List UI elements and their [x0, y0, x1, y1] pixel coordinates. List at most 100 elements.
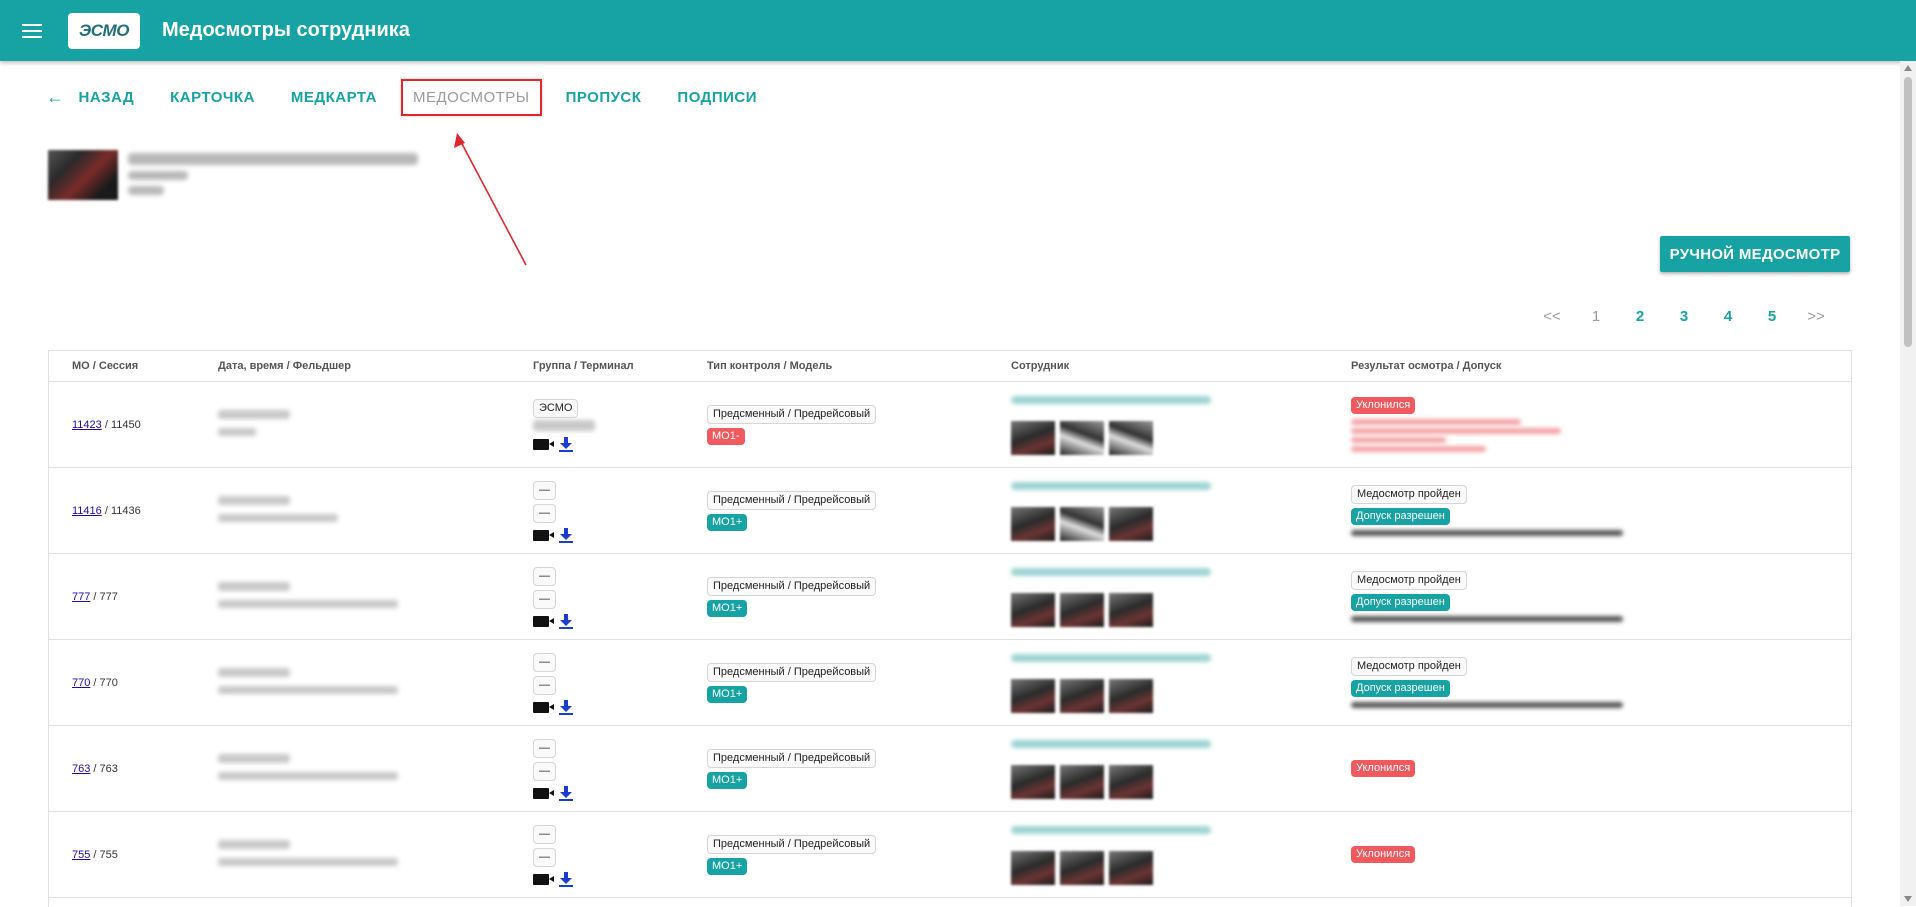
- mo-session-cell: 770 / 770: [49, 639, 218, 726]
- column-header[interactable]: МО / Сессия: [49, 351, 218, 382]
- medic-blurred: [218, 858, 398, 866]
- photo-thumbnail[interactable]: [1109, 678, 1153, 713]
- result-chip: Медосмотр пройден: [1351, 656, 1467, 676]
- photo-thumbnail[interactable]: [1060, 506, 1104, 541]
- table-row: 770 / 770 — — Предсменный / Предрейсовый…: [49, 639, 1851, 726]
- employee-name-blurred[interactable]: [1011, 395, 1211, 404]
- employee-name-blurred[interactable]: [1011, 825, 1211, 834]
- group-terminal-cell: — —: [533, 811, 707, 898]
- download-icon[interactable]: [559, 785, 573, 801]
- datetime-cell: [218, 553, 533, 640]
- video-camera-icon[interactable]: [533, 529, 554, 541]
- menu-icon[interactable]: [0, 0, 64, 61]
- model-badge: МО1+: [707, 685, 748, 703]
- datetime-cell: [218, 811, 533, 898]
- video-camera-icon[interactable]: [533, 873, 554, 885]
- tab-medical-exams[interactable]: МЕДОСМОТРЫ: [400, 78, 542, 116]
- model-badge: МО1+: [707, 513, 748, 531]
- medic-blurred: [218, 600, 398, 608]
- tab-signatures[interactable]: ПОДПИСИ: [677, 89, 757, 106]
- result-cell: Уклонился: [1351, 381, 1851, 468]
- video-camera-icon[interactable]: [533, 439, 554, 450]
- pagination-page-3[interactable]: 3: [1662, 308, 1706, 325]
- photo-thumbnail[interactable]: [1060, 678, 1104, 713]
- session-id: / 763: [90, 762, 118, 775]
- photo-thumbnail[interactable]: [1060, 420, 1104, 455]
- scroll-thumb[interactable]: [1904, 77, 1912, 347]
- photo-thumbnail[interactable]: [1060, 764, 1104, 799]
- pagination-first[interactable]: <<: [1530, 308, 1574, 325]
- result-chip: Медосмотр пройден: [1351, 484, 1467, 504]
- control-type-chip: Предсменный / Предрейсовый: [707, 490, 877, 510]
- permit-badge: Допуск разрешен: [1351, 679, 1450, 697]
- employee-name-blurred[interactable]: [1011, 739, 1211, 748]
- control-type-chip: Предсменный / Предрейсовый: [707, 748, 877, 768]
- photo-thumbnail[interactable]: [1109, 420, 1153, 455]
- scroll-up-icon[interactable]: [1904, 65, 1912, 71]
- photo-thumbnail[interactable]: [1011, 850, 1055, 885]
- photo-thumbnail[interactable]: [1109, 850, 1153, 885]
- mo-link[interactable]: 770: [72, 677, 90, 689]
- photo-thumbnail[interactable]: [1011, 506, 1055, 541]
- mo-link[interactable]: 755: [72, 849, 90, 861]
- download-icon[interactable]: [559, 613, 573, 629]
- photo-thumbnail[interactable]: [1011, 764, 1055, 799]
- pagination-page-4[interactable]: 4: [1706, 308, 1750, 325]
- session-id: / 777: [90, 590, 118, 603]
- datetime-blurred: [218, 410, 290, 419]
- employee-name-blurred[interactable]: [1011, 481, 1211, 490]
- photo-thumbnail[interactable]: [1011, 420, 1055, 455]
- column-header[interactable]: Дата, время / Фельдшер: [218, 351, 533, 382]
- photo-thumbnail[interactable]: [1060, 850, 1104, 885]
- employee-name-blurred[interactable]: [1011, 653, 1211, 662]
- manual-exam-button[interactable]: РУЧНОЙ МЕДОСМОТР: [1660, 236, 1850, 272]
- column-header[interactable]: Результат осмотра / Допуск: [1351, 351, 1851, 382]
- employee-cell: [1011, 811, 1351, 898]
- app-logo[interactable]: ЭСМО: [68, 12, 140, 49]
- session-id: / 770: [90, 676, 118, 689]
- mo-link[interactable]: 777: [72, 591, 90, 603]
- photo-thumbnail[interactable]: [1109, 506, 1153, 541]
- download-icon[interactable]: [559, 437, 573, 452]
- photo-thumbnail[interactable]: [1011, 592, 1055, 627]
- datetime-cell: [218, 639, 533, 726]
- mo-link[interactable]: 763: [72, 763, 90, 775]
- photo-thumbnail[interactable]: [1011, 678, 1055, 713]
- employee-name-blurred[interactable]: [1011, 567, 1211, 576]
- group-terminal-cell: — —: [533, 467, 707, 554]
- employee-cell: [1011, 553, 1351, 640]
- result-cell: Уклонился: [1351, 811, 1851, 898]
- photo-thumbnail[interactable]: [1109, 764, 1153, 799]
- download-icon[interactable]: [559, 871, 573, 887]
- download-icon[interactable]: [559, 527, 573, 543]
- result-detail-blurred: [1351, 436, 1446, 443]
- result-chip: Медосмотр пройден: [1351, 570, 1467, 590]
- column-header[interactable]: Группа / Терминал: [533, 351, 707, 382]
- tab-pass[interactable]: ПРОПУСК: [566, 89, 642, 106]
- tab-card[interactable]: КАРТОЧКА: [170, 89, 255, 106]
- pagination-last[interactable]: >>: [1794, 308, 1838, 325]
- pagination-page-1[interactable]: 1: [1574, 308, 1618, 325]
- session-id: / 755: [90, 848, 118, 861]
- column-header[interactable]: Тип контроля / Модель: [707, 351, 1011, 382]
- scroll-down-icon[interactable]: [1904, 896, 1912, 902]
- table-row: 777 / 777 — — Предсменный / Предрейсовый…: [49, 553, 1851, 640]
- pagination-page-5[interactable]: 5: [1750, 308, 1794, 325]
- video-camera-icon[interactable]: [533, 615, 554, 627]
- employee-cell: [1011, 467, 1351, 554]
- mo-session-cell: 763 / 763: [49, 725, 218, 812]
- tab-medcard[interactable]: МЕДКАРТА: [291, 89, 377, 106]
- video-camera-icon[interactable]: [533, 787, 554, 799]
- video-camera-icon[interactable]: [533, 701, 554, 713]
- photo-thumbnail[interactable]: [1060, 592, 1104, 627]
- photo-thumbnail[interactable]: [1109, 592, 1153, 627]
- back-button[interactable]: ← НАЗАД: [46, 87, 134, 108]
- exams-table: МО / Сессия Дата, время / Фельдшер Групп…: [48, 350, 1852, 907]
- mo-link[interactable]: 11423: [72, 419, 102, 431]
- employee-photo: [48, 150, 118, 200]
- pagination-page-2[interactable]: 2: [1618, 308, 1662, 325]
- column-header[interactable]: Сотрудник: [1011, 351, 1351, 382]
- mo-link[interactable]: 11416: [72, 505, 102, 517]
- download-icon[interactable]: [559, 699, 573, 715]
- page-scrollbar[interactable]: [1900, 61, 1916, 906]
